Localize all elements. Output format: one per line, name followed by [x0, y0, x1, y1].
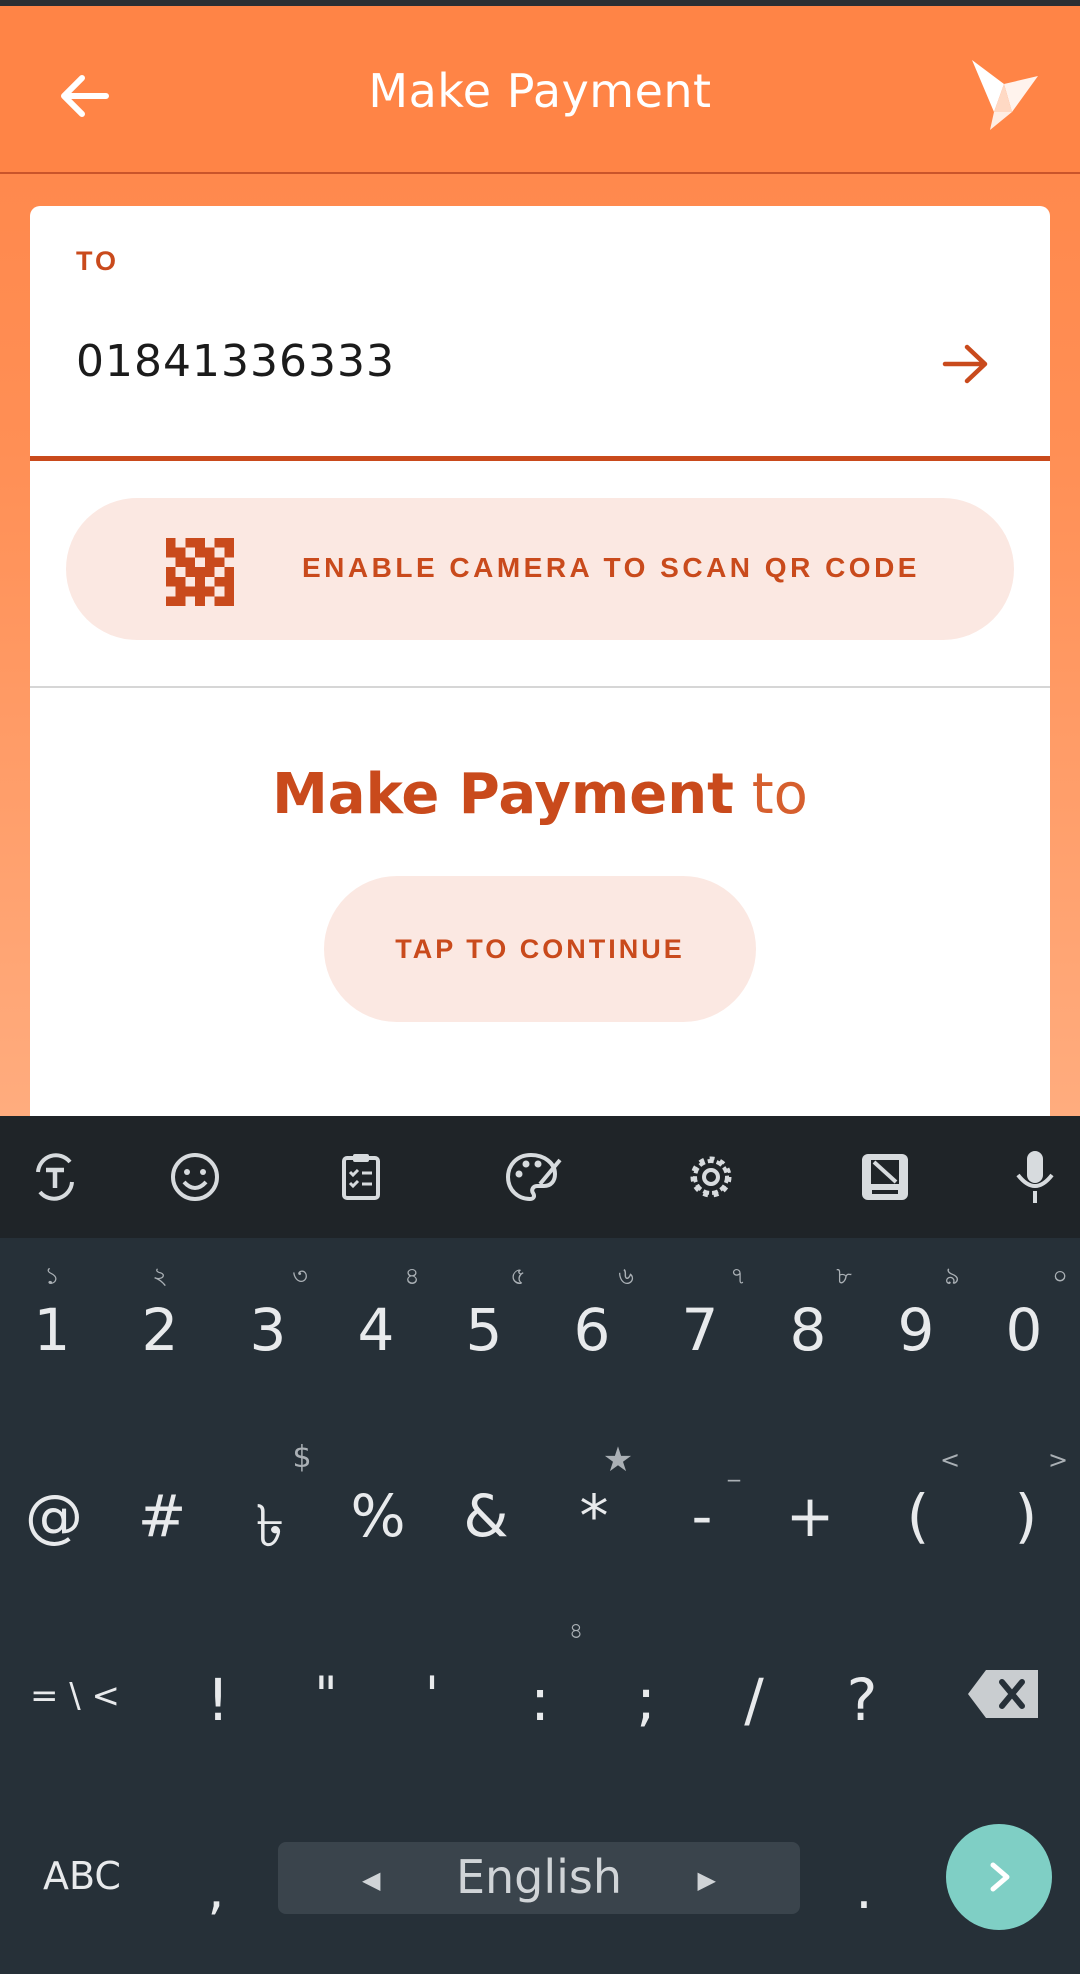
- key-right-paren[interactable]: ): [972, 1482, 1080, 1550]
- period-key[interactable]: .: [834, 1858, 894, 1921]
- key-hint: ৭: [730, 1262, 746, 1290]
- key-hint: ৪: [568, 1619, 584, 1644]
- key-9[interactable]: 9: [864, 1296, 968, 1364]
- palette-icon[interactable]: [502, 1146, 564, 1208]
- key-hint: ৮: [836, 1262, 852, 1290]
- key-hint: <: [939, 1446, 961, 1474]
- news-icon[interactable]: [854, 1146, 916, 1208]
- key-hint: ৯: [944, 1262, 960, 1290]
- proceed-button[interactable]: [936, 334, 996, 394]
- key-3[interactable]: 3: [216, 1296, 320, 1364]
- clipboard-icon[interactable]: [330, 1146, 392, 1208]
- language-right-icon: ▶: [697, 1866, 716, 1894]
- space-key[interactable]: ◀ English ▶: [278, 1842, 800, 1914]
- make-payment-heading: Make Payment to: [30, 762, 1050, 827]
- page-title: Make Payment: [368, 64, 712, 118]
- key-more-symbols[interactable]: = \ <: [0, 1676, 150, 1716]
- key-asterisk[interactable]: *: [540, 1482, 648, 1550]
- recipient-number-input[interactable]: 01841336333: [76, 336, 395, 387]
- key-hint: ০: [1052, 1262, 1068, 1290]
- key-7[interactable]: 7: [648, 1296, 752, 1364]
- key-slash[interactable]: /: [702, 1666, 806, 1734]
- key-1[interactable]: 1: [0, 1296, 104, 1364]
- translate-icon[interactable]: [24, 1146, 86, 1208]
- backspace-icon: [968, 1670, 1038, 1718]
- app-bar: Make Payment: [0, 6, 1080, 174]
- key-8[interactable]: 8: [756, 1296, 860, 1364]
- payment-card: TO 01841336333 ENABLE CAMERA TO SCAN QR …: [30, 206, 1050, 1116]
- key-double-quote[interactable]: ": [274, 1666, 378, 1724]
- key-hint: ৩: [292, 1262, 308, 1290]
- key-minus[interactable]: -: [648, 1482, 756, 1550]
- paper-bird-logo-icon: [968, 54, 1048, 134]
- scan-qr-label: ENABLE CAMERA TO SCAN QR CODE: [302, 552, 920, 583]
- arrow-right-icon: [942, 344, 988, 384]
- microphone-icon[interactable]: [1004, 1146, 1066, 1208]
- key-2[interactable]: 2: [108, 1296, 212, 1364]
- comma-key[interactable]: ,: [186, 1858, 246, 1921]
- backspace-key[interactable]: [964, 1666, 1044, 1726]
- key-5[interactable]: 5: [432, 1296, 536, 1364]
- key-6[interactable]: 6: [540, 1296, 644, 1364]
- enter-key[interactable]: [946, 1824, 1052, 1930]
- key-hint: ২: [152, 1262, 168, 1290]
- divider: [30, 686, 1050, 688]
- key-single-quote[interactable]: ': [380, 1666, 484, 1724]
- key-hint: >: [1047, 1446, 1069, 1474]
- key-hint: ১: [44, 1262, 60, 1290]
- tap-to-continue-button[interactable]: TAP TO CONTINUE: [324, 876, 756, 1022]
- input-underline: [30, 456, 1050, 461]
- to-label: TO: [76, 246, 120, 276]
- key-exclamation[interactable]: !: [166, 1666, 270, 1734]
- emoji-icon[interactable]: [164, 1146, 226, 1208]
- key-colon[interactable]: :: [488, 1666, 592, 1734]
- key-hint: ★: [602, 1440, 634, 1480]
- key-hint: ৪: [404, 1262, 420, 1290]
- key-hint: ৫: [510, 1262, 526, 1290]
- settings-icon[interactable]: [680, 1146, 742, 1208]
- key-taka[interactable]: ৳: [216, 1482, 324, 1579]
- key-hint: ৬: [618, 1262, 634, 1290]
- tap-to-continue-label: TAP TO CONTINUE: [395, 933, 685, 964]
- abc-key[interactable]: ABC: [20, 1854, 144, 1898]
- qr-code-icon: [166, 538, 234, 606]
- heading-weak: to: [733, 762, 808, 827]
- scan-qr-button[interactable]: ENABLE CAMERA TO SCAN QR CODE: [66, 498, 1014, 640]
- key-hash[interactable]: #: [108, 1482, 216, 1550]
- key-ampersand[interactable]: &: [432, 1482, 540, 1550]
- key-percent[interactable]: %: [324, 1482, 432, 1550]
- space-language-label: English: [455, 1850, 623, 1904]
- key-hint: $: [292, 1440, 312, 1475]
- key-4[interactable]: 4: [324, 1296, 428, 1364]
- key-0[interactable]: 0: [972, 1296, 1076, 1364]
- keyboard-toolbar: [0, 1116, 1080, 1238]
- key-question[interactable]: ?: [810, 1666, 914, 1734]
- key-at[interactable]: @: [0, 1482, 108, 1550]
- chevron-right-icon: [990, 1862, 1010, 1892]
- key-plus[interactable]: +: [756, 1482, 864, 1550]
- key-left-paren[interactable]: (: [864, 1482, 972, 1550]
- heading-strong: Make Payment: [272, 762, 734, 827]
- key-semicolon[interactable]: ;: [594, 1666, 698, 1734]
- key-hint: _: [728, 1454, 740, 1482]
